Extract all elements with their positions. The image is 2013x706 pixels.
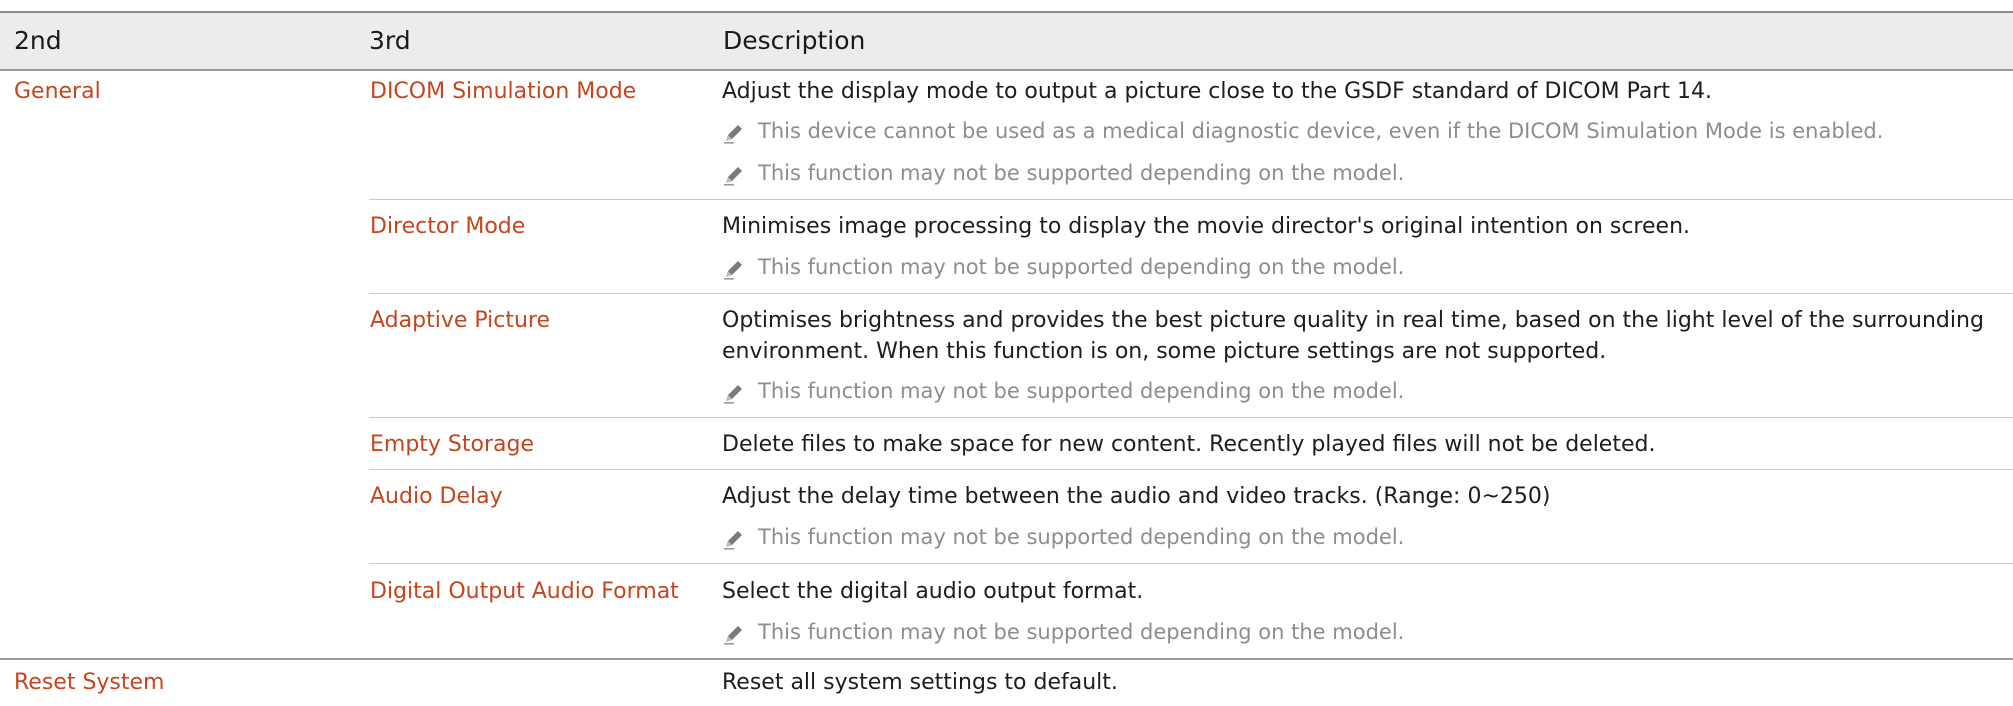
description-reset-system: Reset all system settings to default.	[722, 670, 1118, 695]
category-general: General	[14, 79, 101, 104]
menu-item-adaptive-picture: Adaptive Picture	[370, 308, 551, 333]
menu-item-audio-delay: Audio Delay	[370, 484, 503, 509]
header-3rd: 3rd	[369, 26, 411, 55]
row-divider	[369, 199, 2013, 200]
pencil-icon	[722, 622, 746, 646]
description-director-mode: Minimises image processing to display th…	[722, 214, 1690, 239]
note-text: This function may not be supported depen…	[758, 379, 1405, 403]
pencil-icon	[722, 121, 746, 145]
description-dicom: Adjust the display mode to output a pict…	[722, 79, 1712, 104]
note-text: This function may not be supported depen…	[758, 161, 1405, 185]
menu-item-dicom-simulation-mode: DICOM Simulation Mode	[370, 79, 637, 104]
description-adaptive-picture-line1: Optimises brightness and provides the be…	[722, 308, 1984, 333]
description-audio-delay: Adjust the delay time between the audio …	[722, 484, 1551, 509]
pencil-icon	[722, 257, 746, 281]
header-description: Description	[723, 26, 866, 55]
description-adaptive-picture-line2: environment. When this function is on, s…	[722, 339, 1607, 364]
row-divider	[369, 563, 2013, 564]
category-reset-system: Reset System	[14, 670, 165, 695]
table-header: 2nd 3rd Description	[0, 13, 2013, 71]
section-divider	[0, 658, 2013, 660]
menu-item-empty-storage: Empty Storage	[370, 432, 535, 457]
row-divider	[369, 417, 2013, 418]
menu-item-digital-output-audio-format: Digital Output Audio Format	[370, 579, 679, 604]
description-digital-output-audio-format: Select the digital audio output format.	[722, 579, 1144, 604]
note-text: This function may not be supported depen…	[758, 620, 1405, 644]
pencil-icon	[722, 163, 746, 187]
row-divider	[369, 469, 2013, 470]
description-empty-storage: Delete files to make space for new conte…	[722, 432, 1656, 457]
row-divider	[369, 293, 2013, 294]
pencil-icon	[722, 381, 746, 405]
note-text: This device cannot be used as a medical …	[758, 119, 1884, 143]
note-text: This function may not be supported depen…	[758, 255, 1405, 279]
header-2nd: 2nd	[14, 26, 62, 55]
pencil-icon	[722, 527, 746, 551]
note-text: This function may not be supported depen…	[758, 525, 1405, 549]
menu-item-director-mode: Director Mode	[370, 214, 526, 239]
